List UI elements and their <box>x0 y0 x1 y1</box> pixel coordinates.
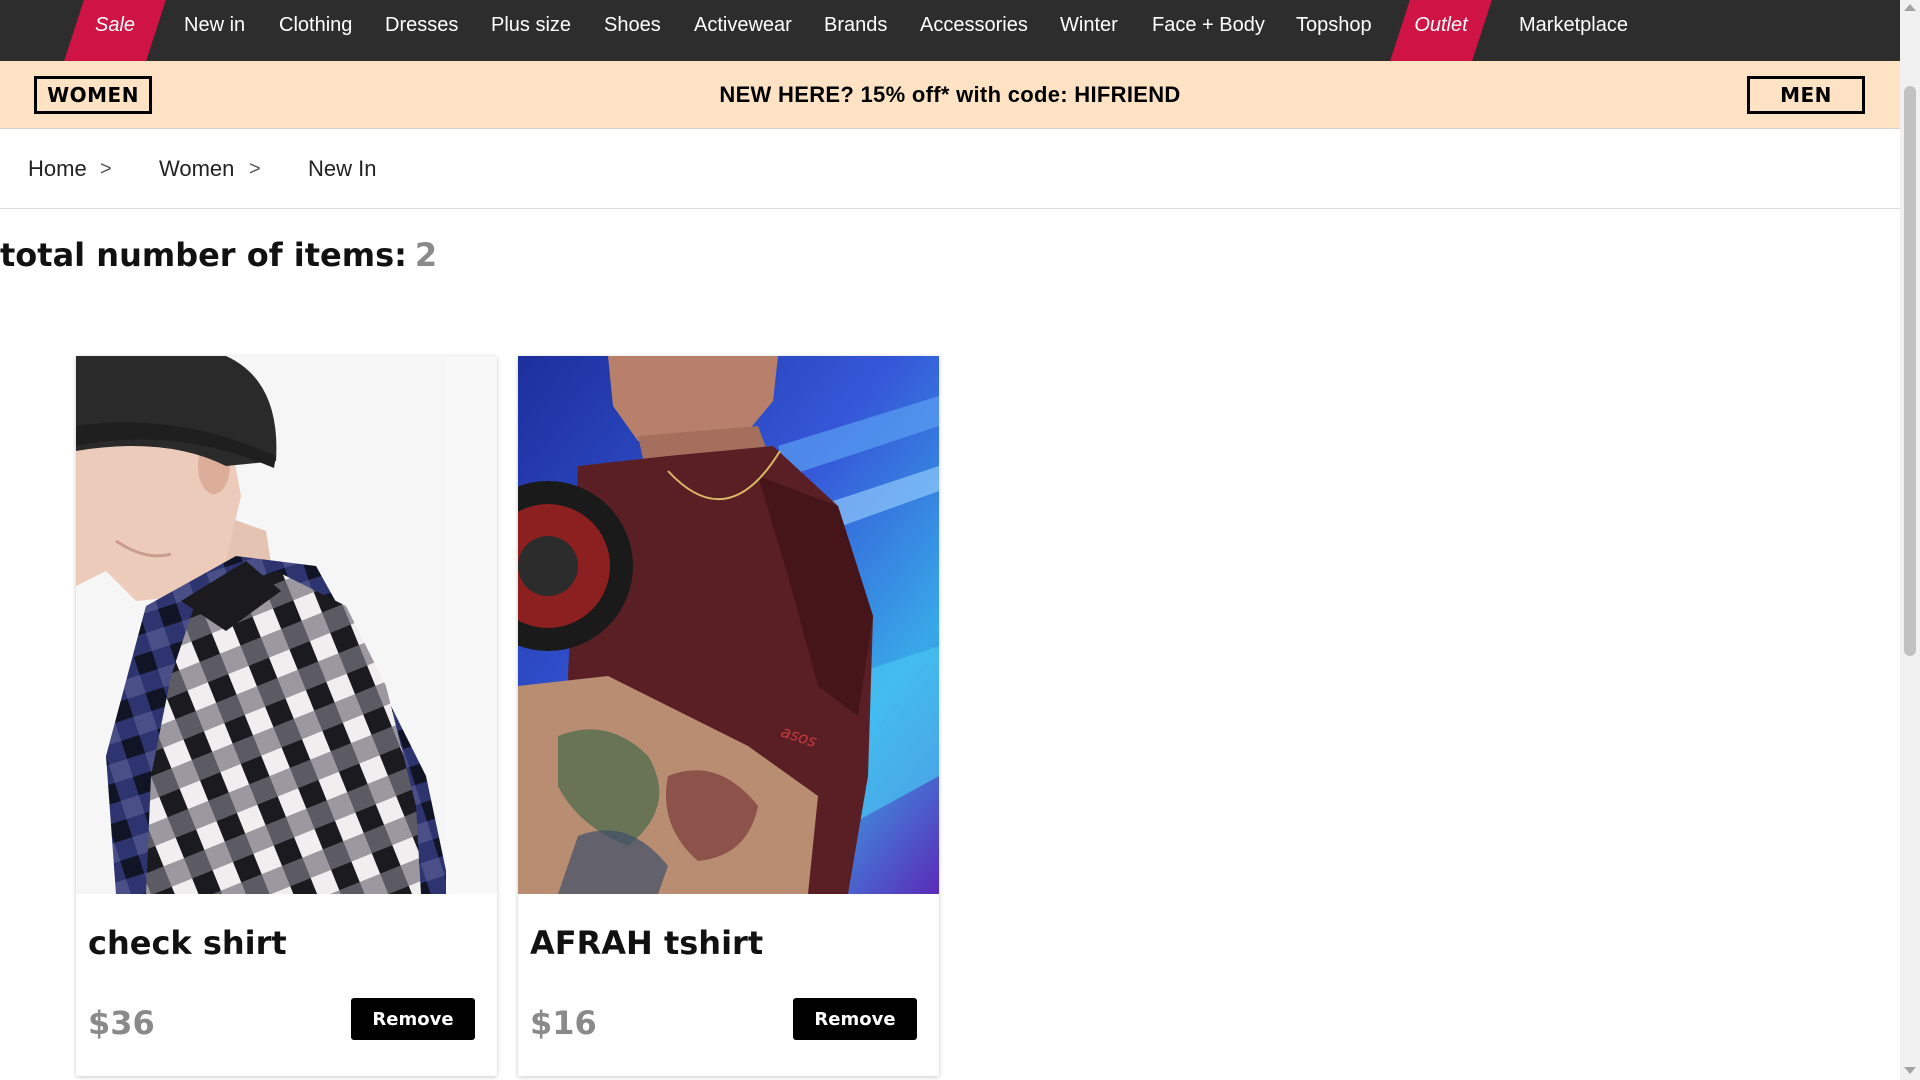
nav-item-dresses[interactable]: Dresses <box>385 0 458 61</box>
men-button[interactable]: MEN <box>1747 76 1865 114</box>
breadcrumb-home[interactable]: Home <box>28 129 87 209</box>
nav-item-new-in[interactable]: New in <box>184 0 245 61</box>
nav-item-outlet[interactable]: Outlet <box>1390 0 1492 61</box>
nav-item-sale[interactable]: Sale <box>64 0 166 61</box>
product-price: $16 <box>530 1004 597 1042</box>
product-image-check-shirt[interactable] <box>76 356 497 894</box>
nav-item-shoes[interactable]: Shoes <box>604 0 661 61</box>
nav-item-plus-size[interactable]: Plus size <box>491 0 571 61</box>
promo-banner: NEW HERE? 15% off* with code: HIFRIEND W… <box>0 61 1900 129</box>
item-count: total number of items: 2 <box>0 233 437 277</box>
breadcrumb-women[interactable]: Women <box>159 129 234 209</box>
item-count-label: total number of items: <box>0 236 407 274</box>
nav-item-face-body[interactable]: Face + Body <box>1152 0 1265 61</box>
product-name[interactable]: check shirt <box>88 924 287 962</box>
nav-item-sale-label: Sale <box>94 14 136 36</box>
nav-item-marketplace[interactable]: Marketplace <box>1519 0 1628 61</box>
breadcrumb-separator: > <box>249 158 261 180</box>
remove-button[interactable]: Remove <box>793 998 917 1040</box>
nav-item-clothing[interactable]: Clothing <box>279 0 352 61</box>
nav-item-brands[interactable]: Brands <box>824 0 887 61</box>
product-price: $36 <box>88 1004 155 1042</box>
page-scrollbar[interactable] <box>1900 0 1920 1080</box>
promo-text: NEW HERE? 15% off* with code: HIFRIEND <box>719 82 1181 107</box>
nav-item-activewear[interactable]: Activewear <box>694 0 792 61</box>
scrollbar-thumb[interactable] <box>1904 86 1916 656</box>
nav-item-topshop[interactable]: Topshop <box>1296 0 1372 61</box>
top-navigation: Sale New in Clothing Dresses Plus size S… <box>0 0 1900 61</box>
breadcrumb-separator: > <box>100 158 112 180</box>
afrah-tshirt-illustration: asos <box>518 356 939 894</box>
scroll-up-arrow-icon[interactable] <box>1904 4 1916 11</box>
breadcrumb: Home > Women > New In <box>0 129 1900 209</box>
nav-item-winter[interactable]: Winter <box>1060 0 1118 61</box>
product-card: asos AFRAH tshirt $16 Remove <box>518 356 939 1076</box>
nav-item-accessories[interactable]: Accessories <box>920 0 1028 61</box>
scroll-down-arrow-icon[interactable] <box>1904 1067 1916 1074</box>
product-card: check shirt $36 Remove <box>76 356 497 1076</box>
product-name[interactable]: AFRAH tshirt <box>530 924 763 962</box>
item-count-value: 2 <box>414 236 438 274</box>
remove-button[interactable]: Remove <box>351 998 475 1040</box>
breadcrumb-new-in[interactable]: New In <box>308 129 376 209</box>
check-shirt-illustration <box>76 356 497 894</box>
product-image-afrah-tshirt[interactable]: asos <box>518 356 939 894</box>
women-button[interactable]: WOMEN <box>34 76 152 114</box>
nav-item-outlet-label: Outlet <box>1414 14 1468 36</box>
